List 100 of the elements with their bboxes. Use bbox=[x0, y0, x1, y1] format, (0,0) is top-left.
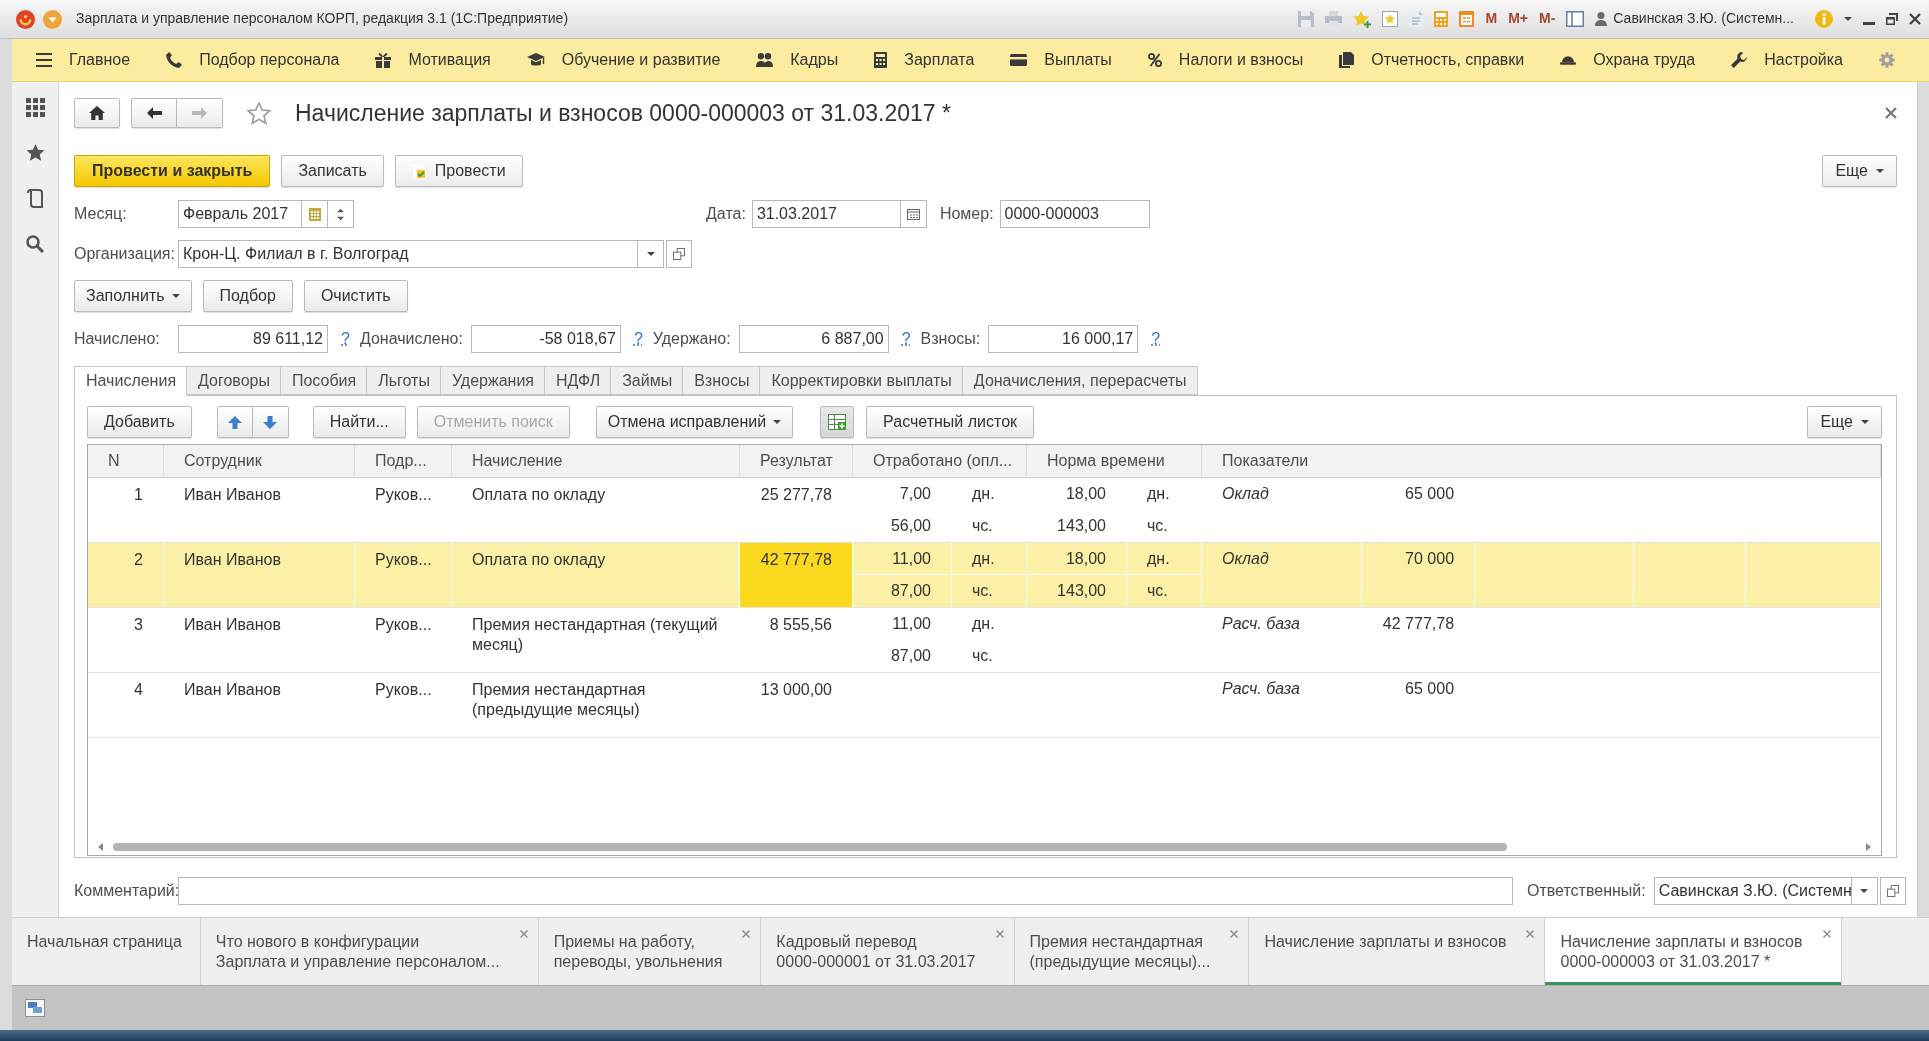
back-button[interactable] bbox=[131, 98, 177, 128]
move-down-button[interactable] bbox=[252, 406, 289, 438]
number-field[interactable]: 0000-000003 bbox=[999, 200, 1150, 228]
menu-item[interactable]: Главное bbox=[36, 50, 131, 70]
tab[interactable]: Удержания bbox=[439, 366, 545, 395]
calendar-button[interactable] bbox=[900, 200, 927, 228]
gear-icon[interactable] bbox=[1879, 52, 1895, 68]
toolbar-button[interactable]: Найти... bbox=[312, 406, 406, 438]
tab[interactable]: Займы bbox=[610, 366, 684, 395]
menu-item[interactable]: Подбор персонала bbox=[166, 50, 340, 70]
comment-field[interactable] bbox=[178, 877, 1513, 905]
column-header[interactable]: Подр... bbox=[355, 445, 452, 478]
memory-button[interactable]: M bbox=[1485, 10, 1498, 28]
star-box-icon[interactable] bbox=[1382, 11, 1399, 27]
dropdown-button[interactable]: Заполнить bbox=[74, 280, 192, 312]
close-icon[interactable] bbox=[1909, 13, 1921, 25]
menu-item[interactable]: Мотивация bbox=[375, 50, 491, 70]
app-logo-icon[interactable] bbox=[16, 9, 35, 29]
dropdown-button[interactable]: Отмена исправлений bbox=[595, 406, 794, 438]
info-icon[interactable] bbox=[1815, 10, 1833, 28]
tab[interactable]: Пособия bbox=[279, 366, 368, 395]
table-cell: Руков... bbox=[355, 608, 452, 673]
menu-item[interactable]: Налоги и взносы bbox=[1147, 50, 1304, 70]
column-header[interactable]: Показатели bbox=[1202, 445, 1882, 478]
table-row[interactable]: 2 Иван Иванов Руков... Оплата по окладу 42 777,78 11,00 87,00 дн. чс. 18,00 143,00 дн. чс. Оклад 70 000 bbox=[88, 543, 1882, 608]
date-field[interactable]: 31.03.2017 bbox=[751, 200, 901, 228]
tab[interactable]: НДФЛ bbox=[544, 366, 612, 395]
memory-button[interactable]: M- bbox=[1539, 10, 1556, 28]
month-field[interactable]: Февраль 2017 bbox=[178, 200, 302, 228]
command-button[interactable]: Очистить bbox=[303, 280, 408, 312]
more-button[interactable]: Еще bbox=[1807, 406, 1882, 438]
monitor-icon[interactable] bbox=[25, 999, 45, 1017]
amount-field[interactable]: -58 018,67 bbox=[470, 325, 621, 353]
amount-field[interactable]: 16 000,17 bbox=[988, 325, 1139, 353]
help-link[interactable]: ? bbox=[633, 329, 643, 349]
close-icon[interactable] bbox=[1885, 107, 1897, 119]
search-icon[interactable] bbox=[26, 235, 44, 253]
command-button[interactable]: Подбор bbox=[202, 280, 293, 312]
scrollbar-thumb[interactable] bbox=[113, 843, 1507, 851]
field-label: Номер: bbox=[939, 204, 994, 224]
toolbar-button[interactable]: Расчетный листок bbox=[866, 406, 1035, 438]
apps-grid-icon[interactable] bbox=[25, 98, 45, 117]
help-link[interactable]: ? bbox=[901, 329, 911, 349]
menu-item[interactable]: Отчетность, справки bbox=[1339, 50, 1525, 70]
calculator-icon[interactable] bbox=[1434, 11, 1449, 27]
restore-icon[interactable] bbox=[1886, 13, 1898, 25]
column-header[interactable]: Начисление bbox=[452, 445, 740, 478]
table-cell-text: 18,00 bbox=[1064, 484, 1107, 504]
help-link[interactable]: ? bbox=[1151, 329, 1161, 349]
scroll-right-icon[interactable] bbox=[1866, 843, 1871, 851]
table-row[interactable]: 4 Иван Иванов Руков... Премия нестандартная (предыдущие месяцы) 13 000,00 Расч. база 65 000 bbox=[88, 673, 1882, 738]
open-button[interactable] bbox=[666, 240, 692, 268]
window-tab[interactable]: Начисление зарплаты и взносов 0000-000003 от 31.03.2017 * bbox=[1545, 918, 1842, 985]
table-cell: 42 777,78 bbox=[740, 543, 853, 608]
home-button[interactable] bbox=[74, 98, 120, 128]
spin-button[interactable] bbox=[328, 200, 354, 228]
tab[interactable]: Льготы bbox=[366, 366, 441, 395]
user-name[interactable]: Савинская З.Ю. (Системн... bbox=[1613, 10, 1794, 28]
tab[interactable]: Корректировки выплаты bbox=[759, 366, 963, 395]
panel-icon[interactable] bbox=[1566, 11, 1585, 27]
star-icon[interactable] bbox=[247, 101, 271, 125]
menu-item[interactable]: Кадры bbox=[756, 50, 839, 70]
responsible-field[interactable]: Савинская З.Ю. (Системн bbox=[1653, 877, 1852, 905]
tab[interactable]: Доначисления, перерасчеты bbox=[961, 366, 1198, 395]
tab[interactable]: Взносы bbox=[682, 366, 761, 395]
more-button[interactable]: Еще bbox=[1822, 155, 1897, 187]
column-header[interactable]: Сотрудник bbox=[164, 445, 355, 478]
move-up-button[interactable] bbox=[216, 406, 253, 438]
column-header[interactable]: N bbox=[88, 445, 164, 478]
toolbar-button[interactable]: Добавить bbox=[87, 406, 192, 438]
star-icon[interactable] bbox=[25, 144, 45, 162]
table-cell-text: 56,00 bbox=[889, 516, 932, 536]
star-plus-icon[interactable] bbox=[1353, 10, 1372, 28]
table-button[interactable] bbox=[820, 406, 855, 438]
tab[interactable]: Договоры bbox=[186, 366, 281, 395]
dropdown-button[interactable] bbox=[1851, 877, 1878, 905]
scroll-left-icon[interactable] bbox=[98, 843, 103, 851]
table-row[interactable]: 3 Иван Иванов Руков... Премия нестандартная (текущий месяц) 8 555,56 11,00 87,00 дн. чс. Расч. база 42 777,78 bbox=[88, 608, 1882, 673]
tab[interactable]: Начисления bbox=[74, 366, 188, 396]
main-menu-icon[interactable] bbox=[43, 9, 62, 29]
organization-field[interactable]: Крон-Ц. Филиал в г. Волгоград bbox=[178, 240, 638, 268]
column-header[interactable]: Результат bbox=[740, 445, 853, 478]
column-header[interactable]: Норма времени bbox=[1027, 445, 1203, 478]
amount-field[interactable]: 89 611,12 bbox=[178, 325, 328, 353]
command-button[interactable]: Записать bbox=[281, 155, 384, 187]
column-header[interactable]: Отработано (опл... bbox=[853, 445, 1027, 478]
open-button[interactable] bbox=[1879, 877, 1906, 905]
menu-item[interactable]: Охрана труда bbox=[1560, 50, 1696, 70]
menu-item[interactable]: Обучение и развитие bbox=[526, 50, 721, 70]
amount-field[interactable]: 6 887,00 bbox=[738, 325, 889, 353]
calendar-icon[interactable] bbox=[1459, 11, 1475, 27]
command-button[interactable]: Провести и закрыть bbox=[74, 155, 271, 187]
memory-button[interactable]: M+ bbox=[1508, 10, 1528, 28]
menu-item[interactable]: Настройка bbox=[1731, 50, 1843, 70]
menu-item[interactable]: Зарплата bbox=[874, 50, 975, 70]
command-button[interactable]: Провести bbox=[394, 155, 523, 187]
document-icon[interactable] bbox=[27, 189, 43, 208]
dropdown-button[interactable] bbox=[638, 240, 664, 268]
help-link[interactable]: ? bbox=[341, 329, 350, 349]
menu-item[interactable]: Выплаты bbox=[1010, 50, 1112, 70]
